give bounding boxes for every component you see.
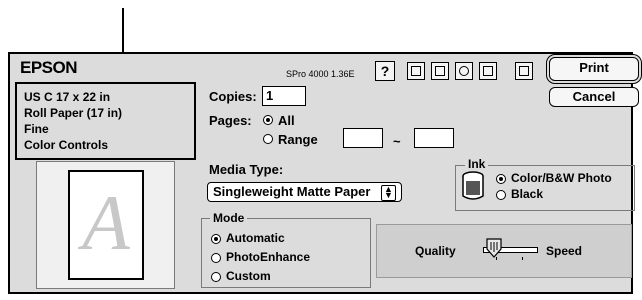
pages-all-radio[interactable] xyxy=(263,115,273,125)
ink-cartridge-icon xyxy=(462,171,484,200)
summary-color: Color Controls xyxy=(24,138,108,152)
mode-automatic-label: Automatic xyxy=(226,231,285,245)
mode-custom-label: Custom xyxy=(226,269,271,283)
mode-photoenhance-radio[interactable] xyxy=(211,253,221,263)
background-print-icon[interactable] xyxy=(455,62,473,80)
range-from-input[interactable] xyxy=(343,128,383,148)
paper-settings-icon[interactable] xyxy=(479,62,497,80)
media-type-value: Singleweight Matte Paper xyxy=(213,184,371,199)
mode-photoenhance-label: PhotoEnhance xyxy=(226,250,311,264)
mode-title: Mode xyxy=(210,211,248,225)
quality-label: Quality xyxy=(415,244,456,258)
pages-label: Pages: xyxy=(209,113,252,128)
epson-logo: EPSON xyxy=(20,58,78,77)
ink-color-label: Color/B&W Photo xyxy=(511,171,612,185)
mode-custom-radio[interactable] xyxy=(211,272,221,282)
range-separator: ~ xyxy=(393,134,401,149)
summary-quality: Fine xyxy=(24,122,49,136)
copies-label: Copies: xyxy=(209,89,257,104)
ink-black-label: Black xyxy=(511,187,544,201)
preview-icon[interactable] xyxy=(515,62,533,80)
select-arrows-icon: ▲ ▼ xyxy=(381,185,396,201)
settings-summary: US C 17 x 22 in Roll Paper (17 in) Fine … xyxy=(15,82,196,160)
ink-color-radio[interactable] xyxy=(496,174,506,184)
speed-label: Speed xyxy=(546,244,583,258)
layout-icon[interactable] xyxy=(431,62,449,80)
slider-thumb[interactable] xyxy=(486,238,502,258)
preview-glyph: A xyxy=(82,179,130,266)
print-button[interactable]: Print xyxy=(549,57,639,81)
pages-range-label: Range xyxy=(278,132,318,147)
media-type-select[interactable]: Singleweight Matte Paper ▲ ▼ xyxy=(207,182,402,202)
summary-paper-source: Roll Paper (17 in) xyxy=(24,106,123,120)
pages-range-radio[interactable] xyxy=(263,134,273,144)
driver-version: SPro 4000 1.36E xyxy=(286,69,355,79)
pages-all-label: All xyxy=(278,113,295,128)
media-type-label: Media Type: xyxy=(209,162,284,177)
summary-paper-size: US C 17 x 22 in xyxy=(24,90,111,104)
cancel-button[interactable]: Cancel xyxy=(549,87,639,107)
ink-black-radio[interactable] xyxy=(496,190,506,200)
range-to-input[interactable] xyxy=(414,128,454,148)
slider-tick xyxy=(522,257,523,260)
copies-input[interactable]: 1 xyxy=(262,86,306,106)
mode-automatic-radio[interactable] xyxy=(211,234,221,244)
utility-icon[interactable] xyxy=(407,62,425,80)
help-button[interactable]: ? xyxy=(375,61,395,81)
